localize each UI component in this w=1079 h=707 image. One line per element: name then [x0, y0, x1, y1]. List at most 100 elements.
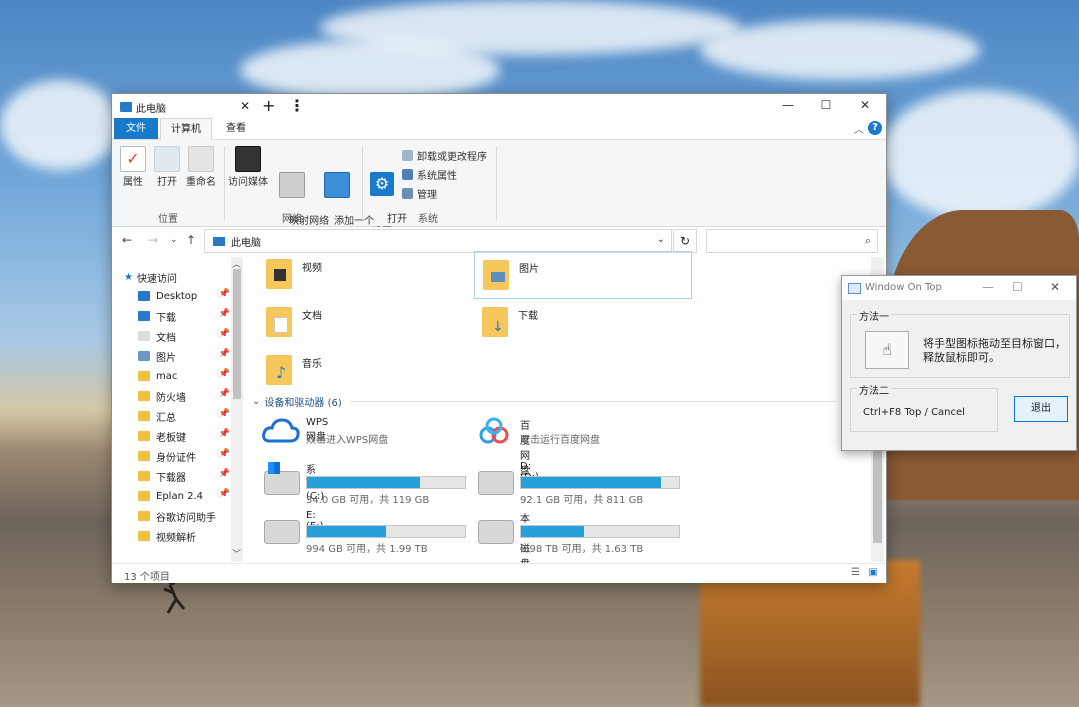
tab-computer[interactable]: 计算机 [160, 118, 212, 140]
pin-icon: 📌 [218, 289, 230, 299]
pin-icon: 📌 [218, 409, 230, 419]
network-group-label: 网络 [282, 214, 302, 225]
minimize-button[interactable]: — [778, 98, 798, 112]
exit-button[interactable]: 退出 [1014, 396, 1068, 422]
programs-icon [402, 150, 413, 161]
pin-icon: 📌 [218, 329, 230, 339]
new-tab-button[interactable]: + [262, 96, 275, 115]
close-button[interactable]: ✕ [1050, 280, 1060, 294]
nav-item-summary[interactable]: 汇总 📌 [138, 407, 230, 425]
pin-icon: 📌 [218, 489, 230, 499]
folder-icon [138, 371, 150, 381]
nav-item-pictures[interactable]: 图片 📌 [138, 347, 230, 365]
method1-label: 方法一 [857, 308, 891, 323]
close-tab-icon[interactable]: ✕ [240, 99, 250, 113]
close-button[interactable]: ✕ [855, 98, 875, 112]
manage-button[interactable]: 管理 [402, 186, 437, 201]
minimize-button[interactable]: — [982, 280, 994, 294]
nav-item-documents[interactable]: 文档 📌 [138, 327, 230, 345]
address-box[interactable]: 此电脑 ⌄ [204, 229, 672, 253]
tab-file[interactable]: 文件 [114, 118, 158, 139]
uninstall-programs-button[interactable]: 卸载或更改程序 [402, 148, 487, 163]
method1-group: 方法一 ☝ 将手型图标拖动至目标窗口，释放鼠标即可。 [850, 308, 1070, 378]
nav-item-downloader[interactable]: 下载器 📌 [138, 467, 230, 485]
nav-item-boss-key[interactable]: 老板键 📌 [138, 427, 230, 445]
folder-icon [138, 431, 150, 441]
dialog-title-bar: Window On Top — ☐ ✕ [842, 276, 1076, 300]
this-pc-icon [213, 236, 225, 246]
tab-this-pc[interactable]: 此电脑 ✕ [114, 96, 254, 120]
method1-instructions: 将手型图标拖动至目标窗口，释放鼠标即可。 [923, 337, 1066, 364]
folder-videos[interactable]: 视频 [266, 259, 322, 289]
rename-button[interactable]: 重命名 [184, 146, 218, 189]
network-drive-icon [279, 172, 305, 198]
up-button[interactable]: ↑ [186, 233, 196, 247]
tab-view[interactable]: 查看 [216, 118, 256, 139]
maximize-button[interactable]: ☐ [1012, 280, 1023, 294]
chevron-down-icon[interactable]: ⌄ [657, 234, 665, 245]
refresh-button[interactable]: ↻ [673, 229, 697, 253]
picture-folder-icon [483, 260, 509, 290]
help-icon[interactable]: ? [868, 121, 882, 135]
forward-button[interactable]: → [148, 233, 158, 247]
quick-access-label: 快速访问 [136, 274, 177, 285]
nav-item-google-helper[interactable]: 谷歌访问助手 [138, 507, 230, 525]
address-path: 此电脑 [231, 237, 261, 249]
system-properties-label: 系统属性 [417, 171, 457, 182]
manage-icon [402, 188, 413, 199]
quick-access[interactable]: ★ 快速访问 [124, 270, 177, 285]
more-options-icon[interactable]: ⋮ [289, 96, 305, 115]
drive-usage-fill [307, 526, 386, 537]
status-bar: 13 个项目 ☰ ▣ [112, 563, 886, 583]
open-button[interactable]: 打开 [154, 146, 180, 189]
nav-item-video-parse[interactable]: 视频解析 [138, 527, 230, 545]
system-properties-button[interactable]: 系统属性 [402, 167, 457, 182]
devices-section-header[interactable]: ⌄ 设备和驱动器 (6) [252, 394, 837, 409]
hand-drag-button[interactable]: ☝ [865, 331, 909, 369]
open-label: 打开 [157, 177, 177, 188]
scroll-down-icon[interactable]: ﹀ [232, 547, 241, 560]
dialog-title: Window On Top [865, 282, 942, 293]
chevron-down-icon: ⌄ [252, 396, 261, 407]
properties-button[interactable]: ✓ 属性 [120, 146, 146, 189]
uninstall-programs-label: 卸载或更改程序 [417, 152, 487, 163]
desktop-icon [138, 291, 150, 301]
open-icon [154, 146, 180, 172]
hard-drive-icon [478, 471, 514, 495]
nav-item-id-documents[interactable]: 身份证件 📌 [138, 447, 230, 465]
window-icon [848, 283, 861, 294]
nav-item-firewall[interactable]: 防火墙 📌 [138, 387, 230, 405]
folder-music[interactable]: ♪ 音乐 [266, 355, 322, 385]
back-button[interactable]: ← [122, 233, 132, 247]
drive-usage-fill [307, 477, 420, 488]
nav-item-desktop[interactable]: Desktop 📌 [138, 287, 230, 305]
drive-usage-fill [521, 477, 661, 488]
access-media-button[interactable]: 访问媒体 [228, 146, 268, 189]
nav-item-eplan[interactable]: Eplan 2.4 📌 [138, 487, 230, 505]
pin-icon: 📌 [218, 349, 230, 359]
details-view-icon[interactable]: ☰ [851, 567, 860, 578]
navigation-pane: ★ 快速访问 Desktop 📌 下载 📌 文档 📌 图片 📌 mac 📌 防火墙 📌 汇总… [112, 257, 243, 562]
hotkey-text: Ctrl+F8 Top / Cancel [863, 407, 965, 418]
folder-downloads[interactable]: ↓ 下载 [482, 307, 538, 337]
properties-label: 属性 [123, 177, 143, 188]
document-icon [138, 331, 150, 341]
nav-item-downloads[interactable]: 下载 📌 [138, 307, 230, 325]
rename-icon [188, 146, 214, 172]
recent-locations-icon[interactable]: ⌄ [170, 235, 178, 245]
network-location-icon [324, 172, 350, 198]
hard-drive-icon [264, 520, 300, 544]
folder-documents[interactable]: 文档 [266, 307, 322, 337]
collapse-ribbon-icon[interactable]: ︿ [854, 121, 864, 136]
ribbon: ✓ 属性 打开 重命名 位置 访问媒体 映射网络 驱动器 添加一个 网络位置 网… [112, 140, 886, 240]
maximize-button[interactable]: ☐ [816, 98, 836, 112]
pin-icon: 📌 [218, 429, 230, 439]
window-on-top-dialog: Window On Top — ☐ ✕ 方法一 ☝ 将手型图标拖动至目标窗口，释… [841, 275, 1077, 451]
media-icon [235, 146, 261, 172]
search-input[interactable]: ⌕ [706, 229, 878, 253]
nav-scrollbar[interactable]: ︿ ﹀ [231, 257, 243, 562]
folder-pictures[interactable]: 图片 [474, 251, 692, 299]
large-icons-view-icon[interactable]: ▣ [869, 567, 878, 578]
scroll-thumb[interactable] [233, 269, 241, 399]
nav-item-mac[interactable]: mac 📌 [138, 367, 230, 385]
